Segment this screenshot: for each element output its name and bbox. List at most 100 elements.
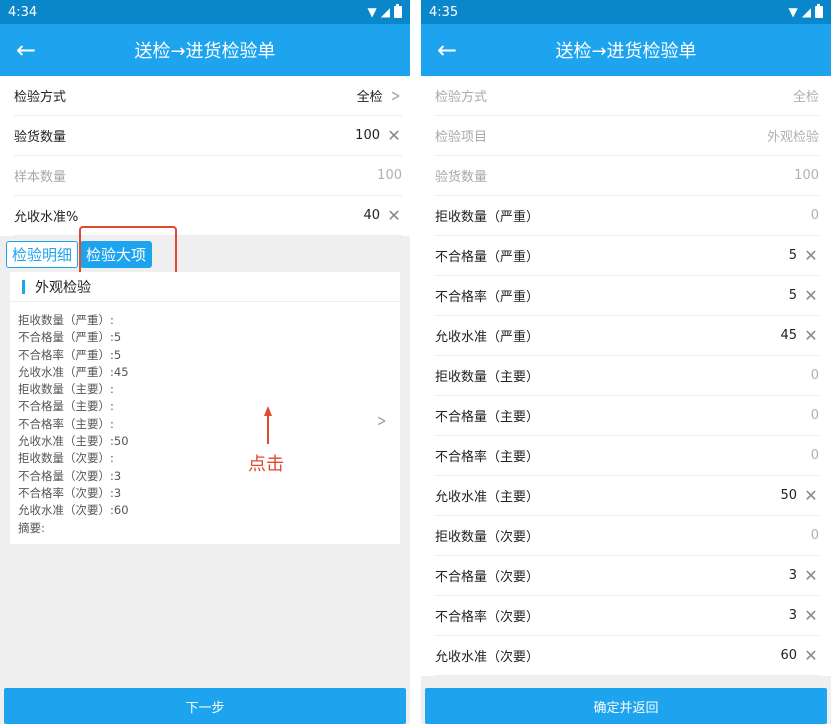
accent-bar xyxy=(22,279,25,294)
field-value[interactable]: 0 xyxy=(811,448,819,463)
field-value-wrap: 60 ✕ xyxy=(780,647,819,664)
field-value-wrap: 100 ✕ xyxy=(355,127,402,144)
left-screen: 4:34 ▼ ◢ ← 送检→进货检验单 检验方式 全检 > 验货数量 100 ✕ 样本数量 1… xyxy=(0,0,410,724)
field-value-wrap: 3 ✕ xyxy=(789,607,819,624)
clear-x-icon[interactable]: ✕ xyxy=(803,607,819,624)
field-value: 100 xyxy=(377,168,402,183)
form-row[interactable]: 允收水准（次要） 60 ✕ xyxy=(435,636,819,676)
page-title: 送检→进货检验单 xyxy=(134,41,276,62)
field-value[interactable]: 0 xyxy=(811,208,819,223)
card-line: 拒收数量（次要）: xyxy=(18,451,114,466)
clear-x-icon[interactable]: ✕ xyxy=(803,287,819,304)
field-value[interactable]: 100 xyxy=(355,128,380,143)
field-value-wrap: 40 ✕ xyxy=(363,207,402,224)
field-value: 100 xyxy=(794,168,819,183)
field-value-wrap: 0 xyxy=(811,448,819,463)
form-row: 检验项目 外观检验 xyxy=(435,116,819,156)
form-row: 检验方式 全检 xyxy=(435,76,819,116)
card-line: 不合格率（次要）:3 xyxy=(18,485,122,500)
tab-inspection-major-item[interactable]: 检验大项 xyxy=(80,240,153,268)
card-title: 外观检验 xyxy=(35,279,91,296)
chevron-right-icon: > xyxy=(390,86,400,105)
back-arrow-icon[interactable]: ← xyxy=(421,24,473,76)
form-row[interactable]: 不合格量（主要） 0 xyxy=(435,396,819,436)
field-value-wrap: 100 xyxy=(377,168,402,183)
tab-inspection-detail[interactable]: 检验明细 xyxy=(6,240,79,268)
field-value[interactable]: 40 xyxy=(363,208,380,223)
inspection-form: 检验方式 全检 > 验货数量 100 ✕ 样本数量 100 允收水准% 40 ✕ xyxy=(0,76,410,236)
clear-x-icon[interactable]: ✕ xyxy=(803,487,819,504)
form-row[interactable]: 不合格率（次要） 3 ✕ xyxy=(435,596,819,636)
field-label: 允收水准（严重） xyxy=(435,330,540,345)
clear-x-icon[interactable]: ✕ xyxy=(803,247,819,264)
card-line: 允收水准（主要）:50 xyxy=(18,434,129,449)
card-line: 不合格量（次要）:3 xyxy=(18,468,122,483)
battery-icon xyxy=(815,4,823,18)
inspection-item-card[interactable]: 外观检验 > 拒收数量（严重）: 不合格量（严重）:5 不合格率（严重）:5 允收水准… xyxy=(10,272,400,544)
clear-x-icon[interactable]: ✕ xyxy=(803,567,819,584)
field-label: 检验方式 xyxy=(14,90,67,105)
card-line: 允收水准（严重）:45 xyxy=(18,364,129,379)
card-body: > 拒收数量（严重）: 不合格量（严重）:5 不合格率（严重）:5 允收水准（严重）:… xyxy=(10,302,400,542)
form-row[interactable]: 允收水准（主要） 50 ✕ xyxy=(435,476,819,516)
field-value[interactable]: 45 xyxy=(780,328,797,343)
app-bar: ← 送检→进货检验单 xyxy=(0,24,410,76)
card-line: 不合格量（主要）: xyxy=(18,399,114,414)
form-row[interactable]: 允收水准% 40 ✕ xyxy=(14,196,402,236)
field-value[interactable]: 5 xyxy=(789,248,797,263)
form-row[interactable]: 拒收数量（严重） 0 xyxy=(435,196,819,236)
form-row[interactable]: 不合格率（严重） 5 ✕ xyxy=(435,276,819,316)
clear-x-icon[interactable]: ✕ xyxy=(803,647,819,664)
field-value[interactable]: 0 xyxy=(811,528,819,543)
field-value: 全检 xyxy=(792,90,819,105)
back-arrow-icon[interactable]: ← xyxy=(0,24,52,76)
field-value[interactable]: 3 xyxy=(789,568,797,583)
field-label: 不合格量（严重） xyxy=(435,250,540,265)
clear-x-icon[interactable]: ✕ xyxy=(803,327,819,344)
form-row[interactable]: 验货数量 100 ✕ xyxy=(14,116,402,156)
card-line: 允收水准（次要）:60 xyxy=(18,503,129,518)
status-icons: ▼ ◢ xyxy=(789,4,823,19)
battery-icon xyxy=(394,4,402,18)
form-row[interactable]: 检验方式 全检 > xyxy=(14,76,402,116)
clear-x-icon[interactable]: ✕ xyxy=(386,127,402,144)
inspection-item-form: 检验方式 全检 检验项目 外观检验 验货数量 100 拒收数量（严重） 0 不合格量（严重） 5 ✕… xyxy=(421,76,831,676)
field-value-wrap: 5 ✕ xyxy=(789,287,819,304)
form-row[interactable]: 拒收数量（次要） 0 xyxy=(435,516,819,556)
form-row[interactable]: 允收水准（严重） 45 ✕ xyxy=(435,316,819,356)
field-value: 外观检验 xyxy=(766,130,819,145)
field-value[interactable]: 全检 xyxy=(357,86,383,105)
field-value[interactable]: 60 xyxy=(780,648,797,663)
clear-x-icon[interactable]: ✕ xyxy=(386,207,402,224)
signal-icon: ◢ xyxy=(801,5,811,19)
field-value-wrap: 45 ✕ xyxy=(780,327,819,344)
confirm-and-return-button[interactable]: 确定并返回 xyxy=(425,688,827,724)
app-bar: ← 送检→进货检验单 xyxy=(421,24,831,76)
card-line: 不合格量（严重）:5 xyxy=(18,330,122,345)
card-header: 外观检验 xyxy=(10,272,400,302)
form-row[interactable]: 不合格量（次要） 3 ✕ xyxy=(435,556,819,596)
field-value[interactable]: 3 xyxy=(789,608,797,623)
form-row[interactable]: 不合格率（主要） 0 xyxy=(435,436,819,476)
form-row[interactable]: 不合格量（严重） 5 ✕ xyxy=(435,236,819,276)
field-value-wrap: 50 ✕ xyxy=(780,487,819,504)
field-label: 验货数量 xyxy=(435,170,488,185)
status-bar: 4:34 ▼ ◢ xyxy=(0,0,410,24)
next-step-button[interactable]: 下一步 xyxy=(4,688,406,724)
field-label: 拒收数量（次要） xyxy=(435,530,540,545)
form-row[interactable]: 拒收数量（主要） 0 xyxy=(435,356,819,396)
status-icons: ▼ ◢ xyxy=(368,4,402,19)
field-label: 拒收数量（严重） xyxy=(435,210,540,225)
field-label: 检验方式 xyxy=(435,90,488,105)
status-time: 4:34 xyxy=(8,4,38,20)
field-value-wrap: 0 xyxy=(811,208,819,223)
field-value-wrap: 0 xyxy=(811,408,819,423)
page-title: 送检→进货检验单 xyxy=(555,41,697,62)
field-value[interactable]: 0 xyxy=(811,368,819,383)
field-value-wrap: 外观检验 xyxy=(767,126,819,145)
card-line: 拒收数量（主要）: xyxy=(18,382,114,397)
field-value[interactable]: 50 xyxy=(780,488,797,503)
field-label: 检验项目 xyxy=(435,130,488,145)
field-value[interactable]: 0 xyxy=(811,408,819,423)
field-value[interactable]: 5 xyxy=(789,288,797,303)
